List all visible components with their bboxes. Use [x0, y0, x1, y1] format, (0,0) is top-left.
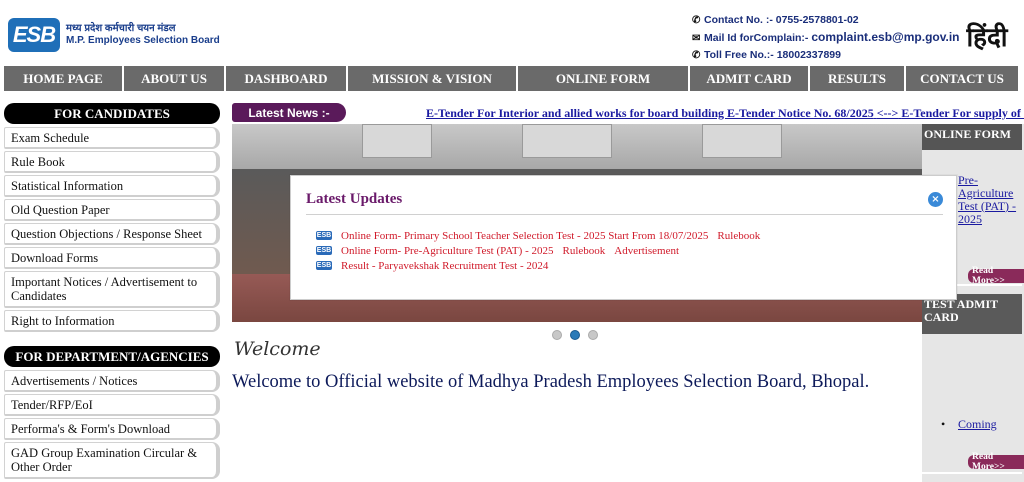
nav-item-admit-card[interactable]: ADMIT CARD — [690, 66, 810, 91]
esb-logo-badge: ESB — [8, 18, 60, 52]
updates-list: ESB Online Form- Primary School Teacher S… — [316, 228, 760, 273]
admit-card-link[interactable]: Coming — [941, 418, 1020, 432]
carousel-photo-window — [362, 124, 432, 158]
phone-icon: ✆ — [692, 15, 701, 26]
carousel-dot[interactable] — [588, 330, 598, 340]
update-item: ESB Online Form- Pre-Agriculture Test (PA… — [316, 243, 760, 258]
ticker-label: Latest News :- — [232, 103, 346, 122]
nav-item-home-page[interactable]: HOME PAGE — [4, 66, 124, 91]
online-form-heading: ONLINE FORM — [922, 124, 1022, 150]
update-extra-link[interactable]: Rulebook — [717, 230, 760, 242]
nav-item-online-form[interactable]: ONLINE FORM — [518, 66, 690, 91]
nav-item-mission-vision[interactable]: MISSION & VISION — [348, 66, 518, 91]
esb-bullet-icon: ESB — [316, 246, 332, 255]
ticker-text: E-Tender For Interior and allied works f… — [426, 106, 1024, 121]
update-link[interactable]: Online Form- Pre-Agriculture Test (PAT) … — [341, 245, 553, 257]
contact-tollfree-text: Toll Free No.:- 18002337899 — [704, 49, 841, 61]
admit-card-heading: TEST ADMIT CARD — [922, 294, 1022, 334]
sidebar-item[interactable]: Old Question Paper — [4, 199, 220, 221]
update-item: ESB Online Form- Primary School Teacher S… — [316, 228, 760, 243]
nav-item-dashboard[interactable]: DASHBOARD — [226, 66, 348, 91]
ticker-separator: <--> — [876, 106, 899, 120]
sidebar-heading-department: FOR DEPARTMENT/AGENCIES — [4, 346, 220, 367]
contact-phone: ✆ Contact No. :- 0755-2578801-02 — [692, 12, 960, 29]
sidebar-item[interactable]: Exam Schedule — [4, 127, 220, 149]
contact-mail-value[interactable]: complaint.esb@mp.gov.in — [811, 30, 959, 44]
update-link[interactable]: Result - Paryavekshak Recruitment Test -… — [341, 260, 548, 272]
logo-hindi-name: मध्य प्रदेश कर्मचारी चयन मंडल — [66, 23, 176, 34]
nav-item-results[interactable]: RESULTS — [810, 66, 906, 91]
modal-divider — [306, 214, 943, 215]
sidebar-item[interactable]: Right to Information — [4, 310, 220, 332]
welcome-text: Welcome to Official website of Madhya Pr… — [232, 372, 870, 392]
logo-english-name: M.P. Employees Selection Board — [66, 35, 220, 46]
site-logo[interactable]: ESB मध्य प्रदेश कर्मचारी चयन मंडल M.P. E… — [8, 18, 220, 52]
sidebar-item[interactable]: Rule Book — [4, 151, 220, 173]
carousel-photo-window — [702, 124, 782, 158]
department-menu: Advertisements / Notices Tender/RFP/EoI Pe… — [4, 370, 220, 479]
sidebar-item[interactable]: Tender/RFP/EoI — [4, 394, 220, 416]
contact-mail-label: Mail Id forComplain:- — [704, 32, 809, 44]
sidebar-item[interactable]: Question Objections / Response Sheet — [4, 223, 220, 245]
phone-icon: ✆ — [692, 50, 701, 61]
site-header: ESB मध्य प्रदेश कर्मचारी चयन मंडल M.P. E… — [0, 0, 1024, 66]
sidebar: FOR CANDIDATES Exam Schedule Rule Book Sta… — [4, 103, 220, 481]
esb-bullet-icon: ESB — [316, 261, 332, 270]
sidebar-item[interactable]: Statistical Information — [4, 175, 220, 197]
carousel-dot[interactable] — [570, 330, 580, 340]
update-extra-link[interactable]: Rulebook — [562, 245, 605, 257]
contact-phone-text: Contact No. :- 0755-2578801-02 — [704, 14, 859, 26]
hindi-language-button[interactable]: हिंदी — [956, 16, 1018, 56]
sidebar-heading-candidates: FOR CANDIDATES — [4, 103, 220, 124]
nav-item-contact-us[interactable]: CONTACT US — [906, 66, 1018, 91]
read-more-button[interactable]: Read More>> — [968, 266, 1024, 286]
read-more-button[interactable]: Read More>> — [968, 452, 1024, 472]
esb-bullet-icon: ESB — [316, 231, 332, 240]
nav-item-about-us[interactable]: ABOUT US — [124, 66, 226, 91]
ticker-item[interactable]: E-Tender For Interior and allied works f… — [426, 106, 874, 120]
sidebar-item[interactable]: Advertisements / Notices — [4, 370, 220, 392]
sidebar-item[interactable]: Important Notices / Advertisement to Can… — [4, 271, 220, 308]
sidebar-item[interactable]: Performa's & Form's Download — [4, 418, 220, 440]
contact-info: ✆ Contact No. :- 0755-2578801-02 ✉ Mail Id… — [692, 12, 960, 64]
carousel-dot[interactable] — [552, 330, 562, 340]
online-form-link[interactable]: Pre-Agriculture Test (PAT) - 2025 — [941, 174, 1020, 226]
update-link[interactable]: Online Form- Primary School Teacher Sele… — [341, 230, 708, 242]
right-column-divider — [922, 472, 1022, 474]
ticker-item[interactable]: E-Tender For supply of cleaning mat — [901, 106, 1024, 120]
update-item: ESB Result - Paryavekshak Recruitment Tes… — [316, 258, 760, 273]
carousel-photo-window — [522, 124, 612, 158]
sidebar-item[interactable]: Download Forms — [4, 247, 220, 269]
modal-title: Latest Updates — [306, 191, 403, 207]
sidebar-item[interactable]: GAD Group Examination Circular & Other O… — [4, 442, 220, 479]
mail-icon: ✉ — [692, 33, 701, 44]
latest-updates-modal: Latest Updates × ESB Online Form- Primary… — [290, 175, 957, 300]
close-icon[interactable]: × — [928, 192, 943, 207]
news-ticker: Latest News :- E-Tender For Interior and… — [230, 102, 1024, 123]
contact-tollfree: ✆ Toll Free No.:- 18002337899 — [692, 47, 960, 64]
contact-mail: ✉ Mail Id forComplain:- complaint.esb@mp.… — [692, 29, 960, 47]
candidates-menu: Exam Schedule Rule Book Statistical Inform… — [4, 127, 220, 332]
main-nav: HOME PAGE ABOUT US DASHBOARD MISSION & VISI… — [4, 66, 1018, 91]
carousel-dots — [552, 330, 598, 340]
update-extra-link[interactable]: Advertisement — [614, 245, 679, 257]
welcome-script-heading: Welcome — [234, 338, 321, 360]
logo-text: मध्य प्रदेश कर्मचारी चयन मंडल M.P. Emplo… — [66, 23, 220, 47]
